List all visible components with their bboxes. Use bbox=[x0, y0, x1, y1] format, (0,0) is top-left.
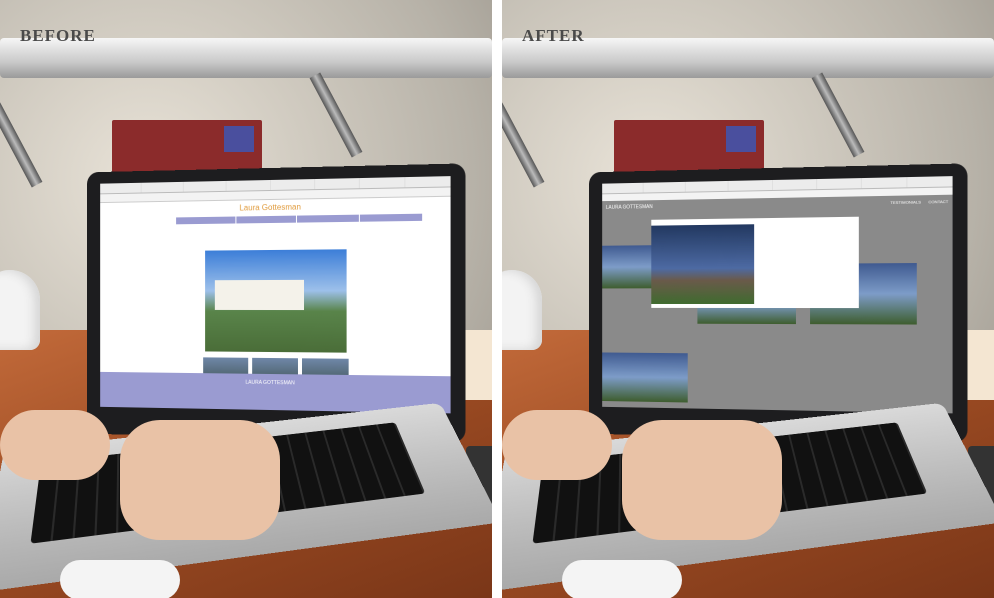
teacup bbox=[0, 270, 40, 350]
divider bbox=[492, 0, 502, 598]
nav-contact: CONTACT bbox=[928, 199, 948, 204]
laptop-screen: Laura Gottesman LAURA GOTTESMAN bbox=[100, 176, 450, 413]
header-name: LAURA GOTTESMAN bbox=[606, 204, 653, 211]
sleeve bbox=[562, 560, 682, 598]
sleeve bbox=[60, 560, 180, 598]
before-label: BEFORE bbox=[20, 26, 96, 46]
listing-modal[interactable] bbox=[651, 217, 859, 308]
listing-photo bbox=[205, 249, 346, 352]
modal-overlay: LAURA GOTTESMAN TESTIMONIALS CONTACT bbox=[602, 195, 952, 414]
after-label: AFTER bbox=[522, 26, 585, 46]
laptop-screen: LAURA GOTTESMAN TESTIMONIALS CONTACT bbox=[602, 176, 952, 413]
after-panel: LAURA GOTTESMAN TESTIMONIALS CONTACT AFT… bbox=[502, 0, 994, 598]
footer-name: LAURA GOTTESMAN bbox=[246, 380, 295, 387]
modal-photo bbox=[651, 224, 754, 304]
modal-text bbox=[760, 227, 853, 228]
before-panel: Laura Gottesman LAURA GOTTESMAN BEFORE bbox=[0, 0, 492, 598]
site-nav bbox=[176, 214, 423, 225]
nav-testimonials: TESTIMONIALS bbox=[890, 199, 921, 205]
teacup bbox=[502, 270, 542, 350]
